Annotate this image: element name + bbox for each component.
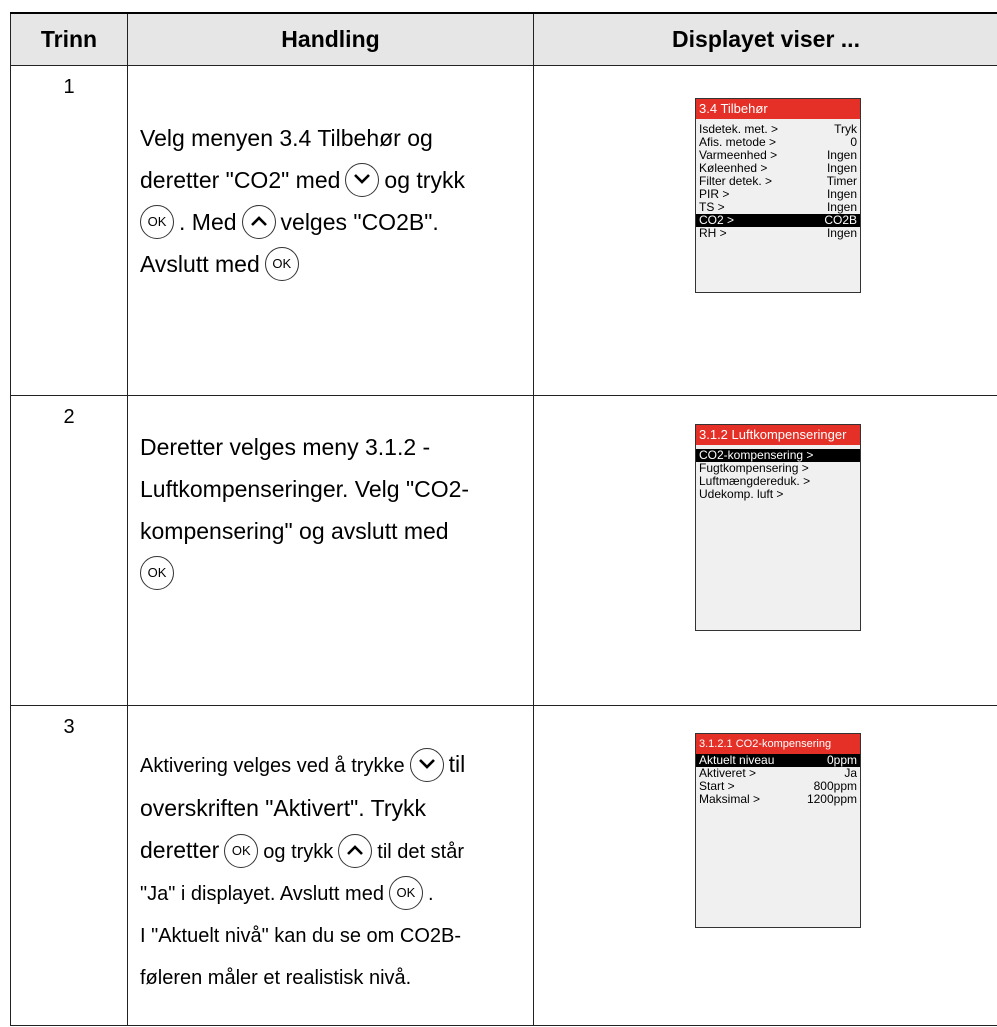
lcd-screen: 3.1.2 Luftkompenseringer CO2-kompenserin…: [695, 424, 861, 631]
chevron-up-icon: [347, 844, 364, 855]
step-text: Deretter velges meny 3.1.2 - Luftkompens…: [140, 396, 533, 594]
step-number: 1: [10, 65, 128, 396]
lcd-row: Maksimal >1200ppm: [699, 792, 857, 806]
step-number: 3: [10, 705, 128, 1026]
step-text: Velg menyen 3.4 Tilbehør og deretter "CO…: [140, 66, 533, 285]
step-action: Velg menyen 3.4 Tilbehør og deretter "CO…: [127, 65, 534, 396]
chevron-down-icon: [418, 758, 435, 769]
table-header-row: Trinn Handling Displayet viser ...: [10, 12, 997, 66]
table-row: 2 Deretter velges meny 3.1.2 - Luftkompe…: [10, 395, 997, 706]
lcd-screen: 3.4 Tilbehør Isdetek. met. > Tryk Afis. m…: [695, 98, 861, 293]
table-row: 3 Aktivering velges ved å trykke til over…: [10, 705, 997, 1026]
down-button: [345, 162, 380, 197]
header-display: Displayet viser ...: [533, 12, 997, 66]
chevron-down-icon: [354, 174, 371, 184]
lcd-title: 3.1.2.1 CO2-kompensering: [696, 734, 860, 754]
lcd-title: 3.1.2 Luftkompenseringer: [696, 425, 860, 445]
table-row: 1 Velg menyen 3.4 Tilbehør og deretter "…: [10, 65, 997, 396]
down-button: [409, 747, 444, 782]
chevron-up-icon: [250, 216, 267, 226]
up-button: [241, 204, 276, 239]
ok-button: OK: [224, 833, 259, 868]
lcd-title: 3.4 Tilbehør: [696, 99, 860, 119]
step-display: 3.1.2.1 CO2-kompensering Aktuelt niveau 0…: [533, 705, 997, 1026]
ok-button: OK: [140, 204, 174, 239]
step-number: 2: [10, 395, 128, 706]
lcd-row: Udekomp. luft >: [699, 487, 784, 501]
instruction-table: Trinn Handling Displayet viser ... 1 Vel…: [10, 12, 997, 1026]
step-text: Aktivering velges ved å trykke til oversk…: [140, 706, 533, 999]
up-button: [338, 833, 373, 868]
step-display: 3.1.2 Luftkompenseringer CO2-kompenserin…: [533, 395, 997, 706]
ok-button: OK: [140, 555, 174, 590]
header-action: Handling: [127, 12, 534, 66]
header-step: Trinn: [10, 12, 128, 66]
step-display: 3.4 Tilbehør Isdetek. met. > Tryk Afis. m…: [533, 65, 997, 396]
step-action: Deretter velges meny 3.1.2 - Luftkompens…: [127, 395, 534, 706]
step-action: Aktivering velges ved å trykke til oversk…: [127, 705, 534, 1026]
lcd-screen: 3.1.2.1 CO2-kompensering Aktuelt niveau 0…: [695, 733, 861, 928]
ok-button: OK: [264, 246, 299, 281]
lcd-row: RH > Ingen: [699, 226, 857, 240]
ok-button: OK: [388, 875, 423, 910]
